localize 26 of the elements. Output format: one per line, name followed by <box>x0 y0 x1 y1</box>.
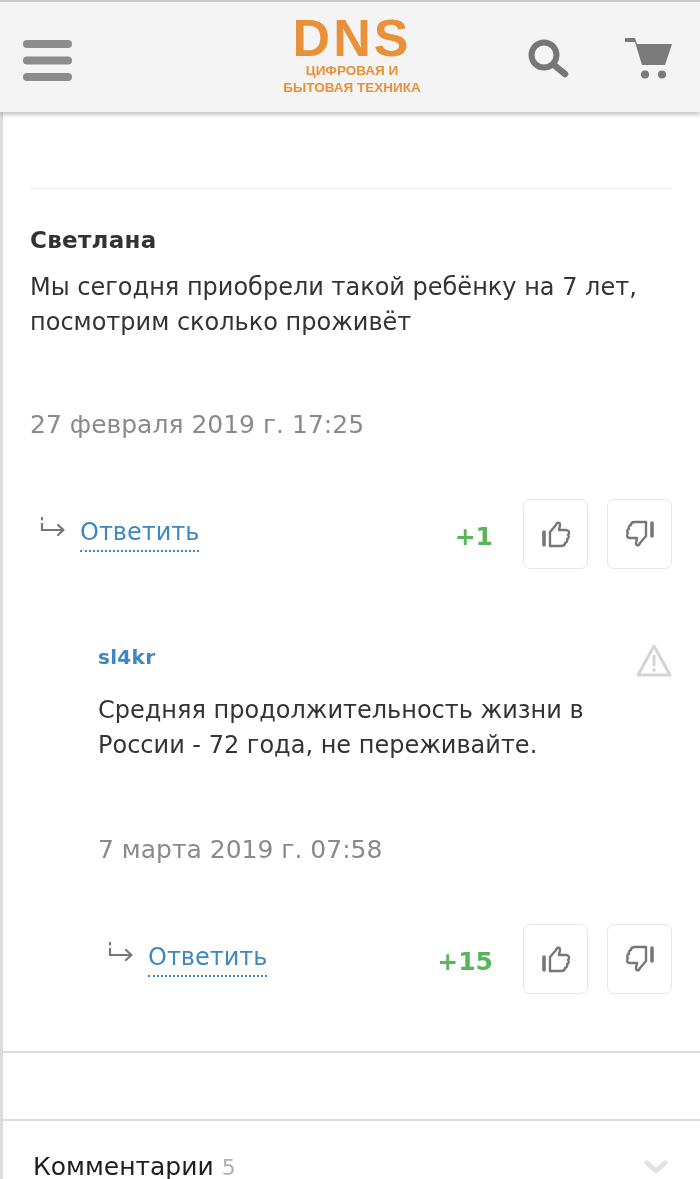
like-button[interactable] <box>523 499 588 569</box>
cart-icon[interactable] <box>625 38 672 80</box>
menu-icon[interactable] <box>23 39 72 81</box>
comment-count: 5 <box>221 1154 236 1179</box>
comment-date: 27 февраля 2019 г. 17:25 <box>30 410 366 440</box>
thumbs-up-icon <box>540 945 571 973</box>
vote-score: +15 <box>437 946 493 976</box>
like-button[interactable] <box>523 924 588 994</box>
reply-link[interactable]: Ответить <box>80 516 200 552</box>
reply-arrow-icon <box>40 517 66 537</box>
logo-wordmark[interactable]: DNS <box>292 16 412 60</box>
thumbs-down-icon <box>624 520 655 548</box>
thumbs-up-icon <box>540 520 571 548</box>
thumbs-down-icon <box>624 945 655 973</box>
dislike-button[interactable] <box>607 924 672 994</box>
comment-text: Мы сегодня приобрели такой ребёнку на 7 лет, посмотрим сколько проживёт <box>30 272 638 338</box>
reply-arrow-icon <box>108 942 134 962</box>
reply-author-link[interactable]: sl4kr <box>98 644 156 670</box>
search-icon[interactable] <box>528 38 570 78</box>
reply-link[interactable]: Ответить <box>148 941 268 977</box>
dislike-button[interactable] <box>607 499 672 569</box>
reply-text: Средняя продолжительность жизни в России - 72 года, не переживайте. <box>98 695 585 761</box>
logo-tagline: ЦИФРОВАЯ И БЫТОВАЯ ТЕХНИКА <box>283 62 421 96</box>
comment-author: Светлана <box>30 226 157 255</box>
vote-score: +1 <box>454 521 493 551</box>
reply-date: 7 марта 2019 г. 07:58 <box>98 835 384 865</box>
